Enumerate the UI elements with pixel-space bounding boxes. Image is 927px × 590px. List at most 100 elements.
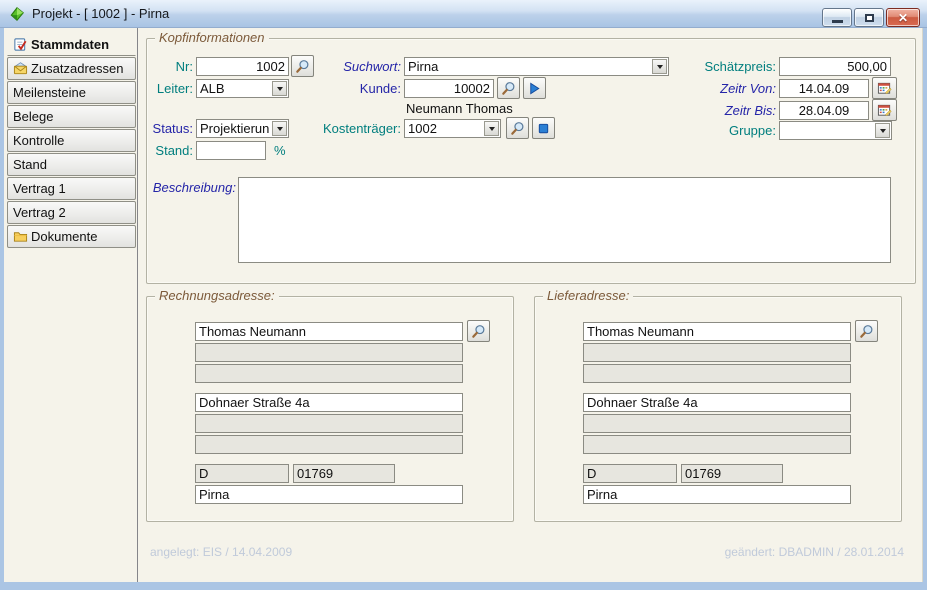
liefer-street2-input[interactable] xyxy=(583,414,851,433)
kopfinformationen-legend: Kopfinformationen xyxy=(155,30,269,45)
rechnung-city-input[interactable] xyxy=(195,485,463,504)
client-area: Stammdaten Zusatzadressen Meilensteine B… xyxy=(4,28,923,582)
nr-input[interactable] xyxy=(196,57,289,76)
chevron-down-icon[interactable] xyxy=(272,81,287,96)
magnifier-icon xyxy=(471,324,486,339)
chevron-down-icon[interactable] xyxy=(484,121,499,136)
liefer-name-input[interactable] xyxy=(583,322,851,341)
modified-status-text: geändert: DBADMIN / 28.01.2014 xyxy=(725,545,904,559)
kunde-goto-button[interactable] xyxy=(523,77,546,99)
rechnung-country-input[interactable] xyxy=(195,464,289,483)
suchwort-combobox[interactable]: Pirna xyxy=(404,57,669,76)
calendar-icon xyxy=(877,81,892,96)
beschreibung-textarea[interactable] xyxy=(238,177,891,263)
gruppe-label: Gruppe: xyxy=(673,123,776,138)
app-icon xyxy=(8,5,26,23)
rechnung-name-input[interactable] xyxy=(195,322,463,341)
liefer-zip-input[interactable] xyxy=(681,464,783,483)
liefer-address-search-button[interactable] xyxy=(855,320,878,342)
chevron-down-icon[interactable] xyxy=(652,59,667,74)
zeitr-bis-calendar-button[interactable] xyxy=(872,99,897,121)
kunde-name-display: Neumann Thomas xyxy=(406,101,546,116)
kostentraeger-combobox[interactable]: 1002 xyxy=(404,119,501,138)
sidebar-item-belege[interactable]: Belege xyxy=(7,105,136,128)
rechnung-address-search-button[interactable] xyxy=(467,320,490,342)
created-status-text: angelegt: EIS / 14.04.2009 xyxy=(150,545,292,559)
sidebar-item-label: Stammdaten xyxy=(31,37,109,52)
sidebar-item-dokumente[interactable]: Dokumente xyxy=(7,225,136,248)
kunde-label: Kunde: xyxy=(308,81,401,96)
chevron-down-icon[interactable] xyxy=(272,121,287,136)
kostentraeger-stop-button[interactable] xyxy=(532,117,555,139)
zeitr-bis-input[interactable] xyxy=(779,101,869,120)
zeitr-von-calendar-button[interactable] xyxy=(872,77,897,99)
maximize-button[interactable] xyxy=(854,8,884,27)
liefer-country-input[interactable] xyxy=(583,464,677,483)
close-icon: ✕ xyxy=(898,12,908,24)
magnifier-icon xyxy=(501,81,516,96)
window-title: Projekt - [ 1002 ] - Pirna xyxy=(32,6,169,21)
title-bar[interactable]: Projekt - [ 1002 ] - Pirna ✕ xyxy=(0,0,927,28)
lieferadresse-group: Lieferadresse: xyxy=(534,296,902,522)
folder-icon xyxy=(13,229,28,244)
kunde-search-button[interactable] xyxy=(497,77,520,99)
suchwort-label: Suchwort: xyxy=(308,59,401,74)
liefer-name2-input[interactable] xyxy=(583,343,851,362)
rechnung-zip-input[interactable] xyxy=(293,464,395,483)
rechnung-name2-input[interactable] xyxy=(195,343,463,362)
sidebar-item-label: Kontrolle xyxy=(13,133,64,148)
close-button[interactable]: ✕ xyxy=(886,8,920,27)
zeitr-von-label: Zeitr Von: xyxy=(673,81,776,96)
chevron-down-icon[interactable] xyxy=(875,123,890,138)
sidebar-item-vertrag-2[interactable]: Vertrag 2 xyxy=(7,201,136,224)
stand-input[interactable] xyxy=(196,141,266,160)
magnifier-icon xyxy=(510,121,525,136)
zeitr-von-input[interactable] xyxy=(779,79,869,98)
status-value: Projektierun xyxy=(200,121,271,137)
schaetzpreis-label: Schätzpreis: xyxy=(673,59,776,74)
sidebar-item-meilensteine[interactable]: Meilensteine xyxy=(7,81,136,104)
liefer-name3-input[interactable] xyxy=(583,364,851,383)
rechnungsadresse-group: Rechnungsadresse: xyxy=(146,296,514,522)
form-check-icon xyxy=(13,37,28,52)
nr-label: Nr: xyxy=(148,59,193,74)
rechnung-street2-input[interactable] xyxy=(195,414,463,433)
main-panel: Kopfinformationen Nr: Suchwort: Pirna Sc… xyxy=(137,28,923,582)
sidebar-item-label: Zusatzadressen xyxy=(31,61,124,76)
lieferadresse-legend: Lieferadresse: xyxy=(543,288,633,303)
leiter-combobox[interactable]: ALB xyxy=(196,79,289,98)
sidebar-item-stand[interactable]: Stand xyxy=(7,153,136,176)
leiter-label: Leiter: xyxy=(148,81,193,96)
rechnung-name3-input[interactable] xyxy=(195,364,463,383)
kostentraeger-search-button[interactable] xyxy=(506,117,529,139)
kostentraeger-label: Kostenträger: xyxy=(298,121,401,136)
beschreibung-label: Beschreibung: xyxy=(146,180,236,195)
stop-square-icon xyxy=(536,121,551,136)
sidebar: Stammdaten Zusatzadressen Meilensteine B… xyxy=(4,28,137,582)
gruppe-combobox[interactable] xyxy=(779,121,892,140)
liefer-street3-input[interactable] xyxy=(583,435,851,454)
schaetzpreis-input[interactable] xyxy=(779,57,891,76)
status-combobox[interactable]: Projektierun xyxy=(196,119,289,138)
sidebar-item-label: Belege xyxy=(13,109,53,124)
liefer-street-input[interactable] xyxy=(583,393,851,412)
suchwort-value: Pirna xyxy=(408,59,651,75)
sidebar-item-stammdaten[interactable]: Stammdaten xyxy=(7,33,136,56)
kostentraeger-value: 1002 xyxy=(408,121,483,137)
kunde-input[interactable] xyxy=(404,79,494,98)
play-arrow-icon xyxy=(527,81,542,96)
rechnung-street-input[interactable] xyxy=(195,393,463,412)
rechnung-street3-input[interactable] xyxy=(195,435,463,454)
liefer-city-input[interactable] xyxy=(583,485,851,504)
sidebar-item-zusatzadressen[interactable]: Zusatzadressen xyxy=(7,57,136,80)
leiter-value: ALB xyxy=(200,81,271,97)
sidebar-item-vertrag-1[interactable]: Vertrag 1 xyxy=(7,177,136,200)
sidebar-item-kontrolle[interactable]: Kontrolle xyxy=(7,129,136,152)
sidebar-item-label: Dokumente xyxy=(31,229,97,244)
minimize-button[interactable] xyxy=(822,8,852,27)
zeitr-bis-label: Zeitr Bis: xyxy=(673,103,776,118)
sidebar-item-label: Meilensteine xyxy=(13,85,86,100)
app-window: Projekt - [ 1002 ] - Pirna ✕ Stammdaten … xyxy=(0,0,927,590)
stand-percent-suffix: % xyxy=(274,143,289,158)
sidebar-item-label: Stand xyxy=(13,157,47,172)
